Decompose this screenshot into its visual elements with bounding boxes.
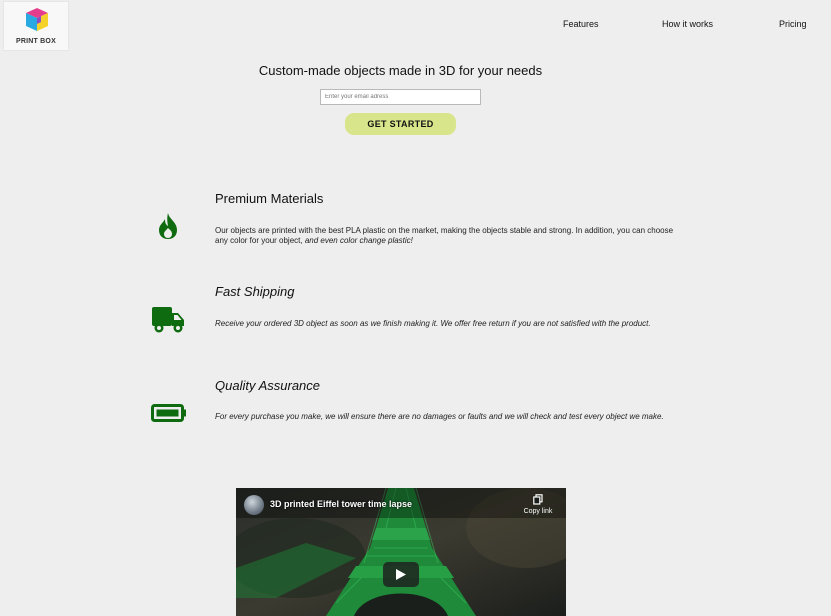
nav-how-it-works[interactable]: How it works [662, 19, 713, 29]
header: PRINT BOX Features How it works Pricing [0, 0, 831, 52]
cube-logo-icon [26, 8, 48, 31]
feature-description-fast-shipping: Receive your ordered 3D object as soon a… [215, 319, 651, 328]
nav-pricing[interactable]: Pricing [779, 19, 807, 29]
video-player[interactable]: 3D printed Eiffel tower time lapse Copy … [236, 488, 566, 616]
feature-description-quality-assurance: For every purchase you make, we will ens… [215, 412, 664, 421]
truck-icon [152, 307, 184, 333]
logo-text: PRINT BOX [16, 38, 56, 45]
channel-avatar[interactable] [244, 495, 264, 515]
copy-link-label: Copy link [523, 508, 553, 515]
video-title[interactable]: 3D printed Eiffel tower time lapse [270, 499, 412, 509]
feature-title-premium-materials: Premium Materials [215, 191, 324, 206]
nav-features[interactable]: Features [563, 19, 599, 29]
email-input[interactable] [320, 89, 481, 105]
feature-description-emphasis: and even color change plastic! [302, 236, 413, 245]
flame-icon [159, 213, 177, 239]
battery-icon [151, 404, 186, 422]
feature-title-quality-assurance: Quality Assurance [215, 378, 321, 393]
feature-description-premium-materials: Our objects are printed with the best PL… [215, 226, 675, 246]
feature-description-main: Our objects are printed with the best PL… [215, 226, 674, 245]
page: PRINT BOX Features How it works Pricing … [0, 0, 831, 616]
copy-link-button[interactable]: Copy link [520, 494, 556, 515]
get-started-button[interactable]: GET STARTED [345, 113, 456, 135]
play-button[interactable] [383, 562, 419, 587]
play-icon [396, 569, 406, 580]
copy-icon [533, 494, 543, 505]
feature-title-fast-shipping: Fast Shipping [215, 284, 295, 299]
logo[interactable]: PRINT BOX [3, 1, 69, 51]
hero-title: Custom-made objects made in 3D for your … [258, 63, 543, 78]
